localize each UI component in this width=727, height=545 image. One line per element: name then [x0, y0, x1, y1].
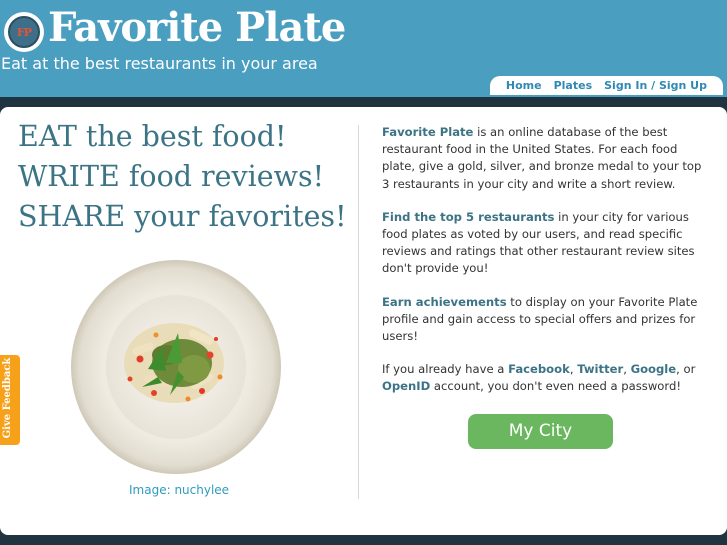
top-nav: Home Plates Sign In / Sign Up	[489, 76, 723, 95]
separator-or: , or	[676, 362, 696, 377]
site-logo-badge[interactable]: FP	[4, 12, 44, 52]
image-credit: Image: nuchylee	[129, 483, 229, 497]
hero-line-write: WRITE food reviews!	[18, 160, 325, 193]
image-credit-link[interactable]: nuchylee	[174, 483, 229, 497]
hero-line-eat: EAT the best food!	[18, 120, 287, 153]
site-header: FP Favorite Plate Eat at the best restau…	[0, 0, 727, 97]
give-feedback-label: Give Feedback	[2, 357, 13, 439]
site-tagline: Eat at the best restaurants in your area	[1, 54, 318, 73]
separator-comma-2: ,	[623, 362, 631, 377]
hero-line-share: SHARE your favorites!	[18, 200, 347, 233]
google-link[interactable]: Google	[631, 362, 677, 376]
logo-monogram: FP	[8, 16, 40, 48]
intro-paragraph-4: If you already have a Facebook, Twitter,…	[382, 361, 712, 395]
intro-paragraph-2: Find the top 5 restaurants in your city …	[382, 209, 712, 278]
main-card: EAT the best food! WRITE food reviews! S…	[0, 107, 727, 535]
my-city-button[interactable]: My City	[468, 414, 613, 449]
food-plate-image	[71, 260, 281, 474]
hero-headline: EAT the best food! WRITE food reviews! S…	[18, 117, 347, 237]
column-divider	[358, 125, 359, 499]
intro-copy: Favorite Plate is an online database of …	[382, 124, 712, 412]
intro-paragraph-1: Favorite Plate is an online database of …	[382, 124, 712, 193]
site-title[interactable]: Favorite Plate	[48, 4, 346, 51]
give-feedback-tab[interactable]: Give Feedback	[0, 355, 20, 445]
nav-sign-in-link[interactable]: Sign In / Sign Up	[604, 79, 707, 92]
facebook-link[interactable]: Facebook	[508, 362, 570, 376]
intro-brand-name: Favorite Plate	[382, 125, 474, 139]
nav-home-link[interactable]: Home	[506, 79, 542, 92]
intro-paragraph-3: Earn achievements to display on your Fav…	[382, 294, 712, 346]
login-options-end-text: account, you don't even need a password!	[430, 379, 681, 394]
achievements-highlight: Earn achievements	[382, 294, 507, 309]
login-options-text: If you already have a	[382, 362, 509, 377]
nav-plates-link[interactable]: Plates	[554, 79, 593, 92]
openid-link[interactable]: OpenID	[382, 379, 430, 393]
image-credit-prefix: Image:	[129, 483, 175, 497]
top-restaurants-highlight: Find the top 5 restaurants	[382, 209, 555, 224]
twitter-link[interactable]: Twitter	[577, 362, 623, 376]
